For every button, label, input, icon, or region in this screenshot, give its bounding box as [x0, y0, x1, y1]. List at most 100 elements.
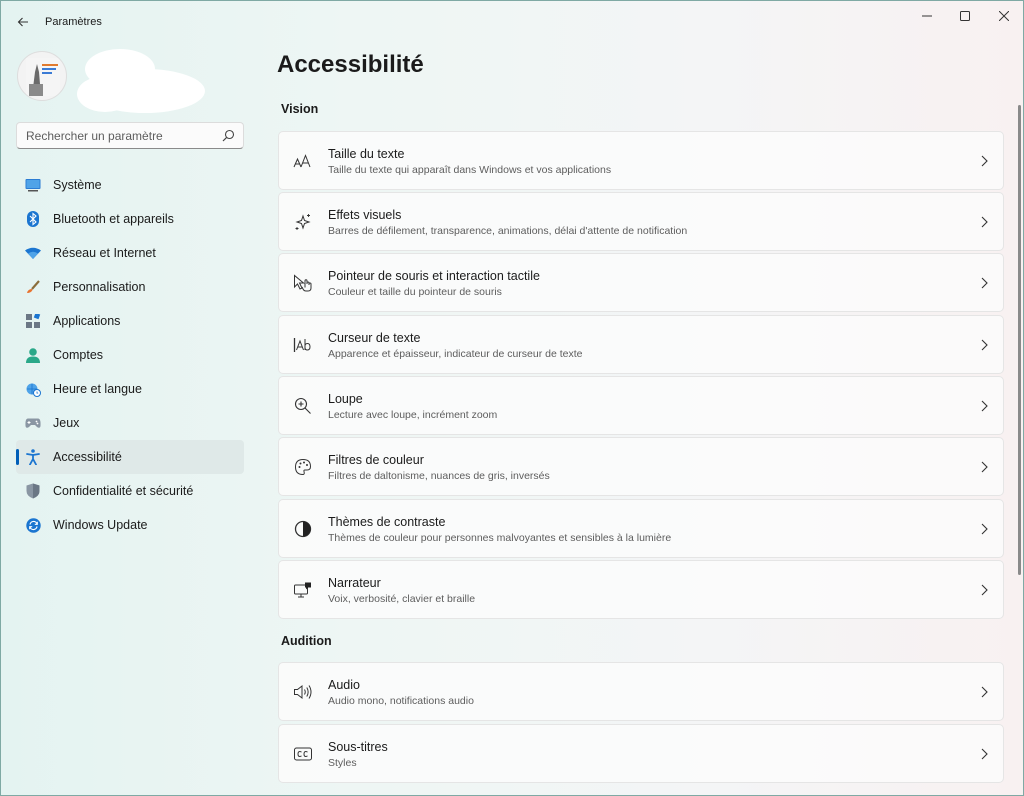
chevron-right-icon — [981, 277, 988, 289]
sidebar-item-label: Personnalisation — [53, 280, 146, 294]
maximize-button[interactable] — [945, 1, 985, 31]
card-subtitle: Barres de défilement, transparence, anim… — [328, 225, 688, 237]
chevron-right-icon — [981, 584, 988, 596]
sidebar-item-label: Heure et langue — [53, 382, 142, 396]
closed-captions-icon — [293, 744, 313, 764]
magnifier-icon — [293, 396, 313, 416]
person-icon — [25, 347, 41, 363]
maximize-icon — [960, 11, 970, 21]
sidebar-item-label: Confidentialité et sécurité — [53, 484, 194, 498]
apps-icon — [25, 313, 41, 329]
sparkle-icon — [293, 212, 313, 232]
search-input[interactable] — [17, 123, 217, 148]
card-pointeur-souris[interactable]: Pointeur de souris et interaction tactil… — [278, 253, 1004, 312]
card-subtitle: Apparence et épaisseur, indicateur de cu… — [328, 348, 583, 360]
sidebar-nav: Système Bluetooth et appareils Réseau et… — [16, 168, 244, 542]
shield-icon — [25, 483, 41, 499]
app-title: Paramètres — [45, 16, 102, 28]
vertical-scrollbar[interactable] — [1018, 105, 1021, 575]
text-size-icon — [293, 151, 313, 171]
sidebar-item-windows-update[interactable]: Windows Update — [16, 508, 244, 542]
monitor-icon — [25, 177, 41, 193]
card-title: Taille du texte — [328, 147, 405, 161]
sidebar-item-personnalisation[interactable]: Personnalisation — [16, 270, 244, 304]
sidebar-item-heure-langue[interactable]: Heure et langue — [16, 372, 244, 406]
sidebar-item-label: Système — [53, 178, 102, 192]
card-themes-contraste[interactable]: Thèmes de contraste Thèmes de couleur po… — [278, 499, 1004, 558]
palette-icon — [293, 457, 313, 477]
sidebar-item-label: Bluetooth et appareils — [53, 212, 174, 226]
avatar — [17, 51, 67, 101]
redacted-user-name — [77, 49, 205, 113]
chevron-right-icon — [981, 339, 988, 351]
globe-clock-icon — [25, 381, 41, 397]
card-title: Pointeur de souris et interaction tactil… — [328, 269, 540, 283]
sidebar-item-reseau[interactable]: Réseau et Internet — [16, 236, 244, 270]
search-icon[interactable] — [222, 129, 235, 142]
card-title: Filtres de couleur — [328, 453, 424, 467]
sidebar-item-applications[interactable]: Applications — [16, 304, 244, 338]
update-icon — [25, 517, 41, 533]
card-subtitle: Styles — [328, 757, 357, 769]
chevron-right-icon — [981, 155, 988, 167]
sidebar-item-accessibilite[interactable]: Accessibilité — [16, 440, 244, 474]
card-title: Narrateur — [328, 576, 381, 590]
card-taille-du-texte[interactable]: Taille du texte Taille du texte qui appa… — [278, 131, 1004, 190]
card-subtitle: Voix, verbosité, clavier et braille — [328, 593, 476, 605]
user-profile[interactable] — [17, 49, 217, 115]
active-indicator — [16, 449, 19, 465]
gamepad-icon — [25, 415, 41, 431]
minimize-button[interactable] — [907, 1, 947, 31]
search-box[interactable] — [16, 122, 244, 149]
sidebar-item-label: Jeux — [53, 416, 80, 430]
brush-icon — [25, 279, 41, 295]
settings-window: Paramètres Rechercher un paramètre Systè… — [0, 0, 1024, 796]
card-subtitle: Audio mono, notifications audio — [328, 695, 474, 707]
sidebar-item-label: Réseau et Internet — [53, 246, 156, 260]
card-filtres-couleur[interactable]: Filtres de couleur Filtres de daltonisme… — [278, 437, 1004, 496]
chevron-right-icon — [981, 686, 988, 698]
sidebar-item-systeme[interactable]: Système — [16, 168, 244, 202]
wifi-icon — [25, 245, 41, 261]
sidebar-item-jeux[interactable]: Jeux — [16, 406, 244, 440]
card-subtitle: Couleur et taille du pointeur de souris — [328, 286, 502, 298]
sidebar-item-label: Accessibilité — [53, 450, 122, 464]
card-audio[interactable]: Audio Audio mono, notifications audio — [278, 662, 1004, 721]
page-title: Accessibilité — [277, 51, 424, 78]
sidebar-item-label: Windows Update — [53, 518, 148, 532]
close-button[interactable] — [984, 1, 1023, 31]
text-cursor-icon — [293, 335, 313, 355]
sidebar-item-comptes[interactable]: Comptes — [16, 338, 244, 372]
card-subtitle: Lecture avec loupe, incrément zoom — [328, 409, 498, 421]
sidebar-item-label: Applications — [53, 314, 121, 328]
back-arrow-icon — [17, 17, 28, 27]
sidebar-item-confidentialite[interactable]: Confidentialité et sécurité — [16, 474, 244, 508]
card-title: Audio — [328, 678, 360, 692]
back-button[interactable] — [9, 9, 37, 35]
card-subtitle: Filtres de daltonisme, nuances de gris, … — [328, 470, 550, 482]
mouse-pointer-icon — [293, 273, 313, 293]
sidebar-item-label: Comptes — [53, 348, 104, 362]
chevron-right-icon — [981, 216, 988, 228]
card-sous-titres[interactable]: Sous-titres Styles — [278, 724, 1004, 783]
section-title-vision: Vision — [281, 102, 319, 116]
card-title: Thèmes de contraste — [328, 515, 446, 529]
close-icon — [999, 11, 1009, 21]
chevron-right-icon — [981, 748, 988, 760]
bluetooth-icon — [25, 211, 41, 227]
avatar-image — [26, 58, 60, 96]
narrator-icon — [293, 580, 313, 600]
card-title: Curseur de texte — [328, 331, 421, 345]
card-effets-visuels[interactable]: Effets visuels Barres de défilement, tra… — [278, 192, 1004, 251]
sidebar-item-bluetooth[interactable]: Bluetooth et appareils — [16, 202, 244, 236]
card-title: Effets visuels — [328, 208, 402, 222]
card-title: Loupe — [328, 392, 363, 406]
section-title-audition: Audition — [281, 634, 332, 648]
card-loupe[interactable]: Loupe Lecture avec loupe, incrément zoom — [278, 376, 1004, 435]
card-curseur-texte[interactable]: Curseur de texte Apparence et épaisseur,… — [278, 315, 1004, 374]
chevron-right-icon — [981, 523, 988, 535]
card-narrateur[interactable]: Narrateur Voix, verbosité, clavier et br… — [278, 560, 1004, 619]
speaker-icon — [293, 682, 313, 702]
chevron-right-icon — [981, 461, 988, 473]
card-subtitle: Thèmes de couleur pour personnes malvoya… — [328, 532, 672, 544]
